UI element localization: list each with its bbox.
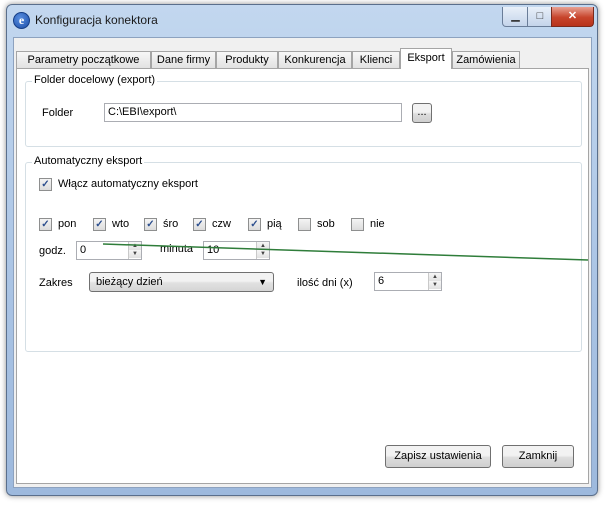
- window-title: Konfiguracja konektora: [35, 13, 158, 27]
- annotation-line: [102, 243, 588, 261]
- close-window-button[interactable]: ✕: [551, 7, 594, 27]
- close-button[interactable]: Zamknij: [502, 445, 574, 468]
- close-icon: ✕: [567, 10, 578, 22]
- tab-konkurencja[interactable]: Konkurencja: [278, 51, 352, 68]
- maximize-icon: □: [536, 10, 544, 22]
- app-logo-icon: e: [13, 12, 30, 29]
- tab-klienci[interactable]: Klienci: [352, 51, 400, 68]
- window-client-area: Parametry początkowe Dane firmy Produkty…: [13, 37, 592, 488]
- maximize-button[interactable]: □: [527, 7, 553, 27]
- save-settings-button[interactable]: Zapisz ustawienia: [385, 445, 491, 468]
- title-bar[interactable]: e Konfiguracja konektora ▁ □ ✕: [7, 5, 597, 35]
- tab-produkty[interactable]: Produkty: [216, 51, 278, 68]
- main-window: e Konfiguracja konektora ▁ □ ✕ Parametry…: [6, 4, 598, 496]
- tab-panel-eksport: Folder docelowy (export) Folder C:\EBI\e…: [16, 68, 589, 484]
- tab-eksport[interactable]: Eksport: [400, 48, 452, 69]
- minimize-icon: ▁: [511, 10, 520, 22]
- tab-parametry-poczatkowe[interactable]: Parametry początkowe: [16, 51, 151, 68]
- tab-zamowienia[interactable]: Zamówienia: [452, 51, 520, 68]
- minimize-button[interactable]: ▁: [502, 7, 529, 27]
- tab-dane-firmy[interactable]: Dane firmy: [151, 51, 216, 68]
